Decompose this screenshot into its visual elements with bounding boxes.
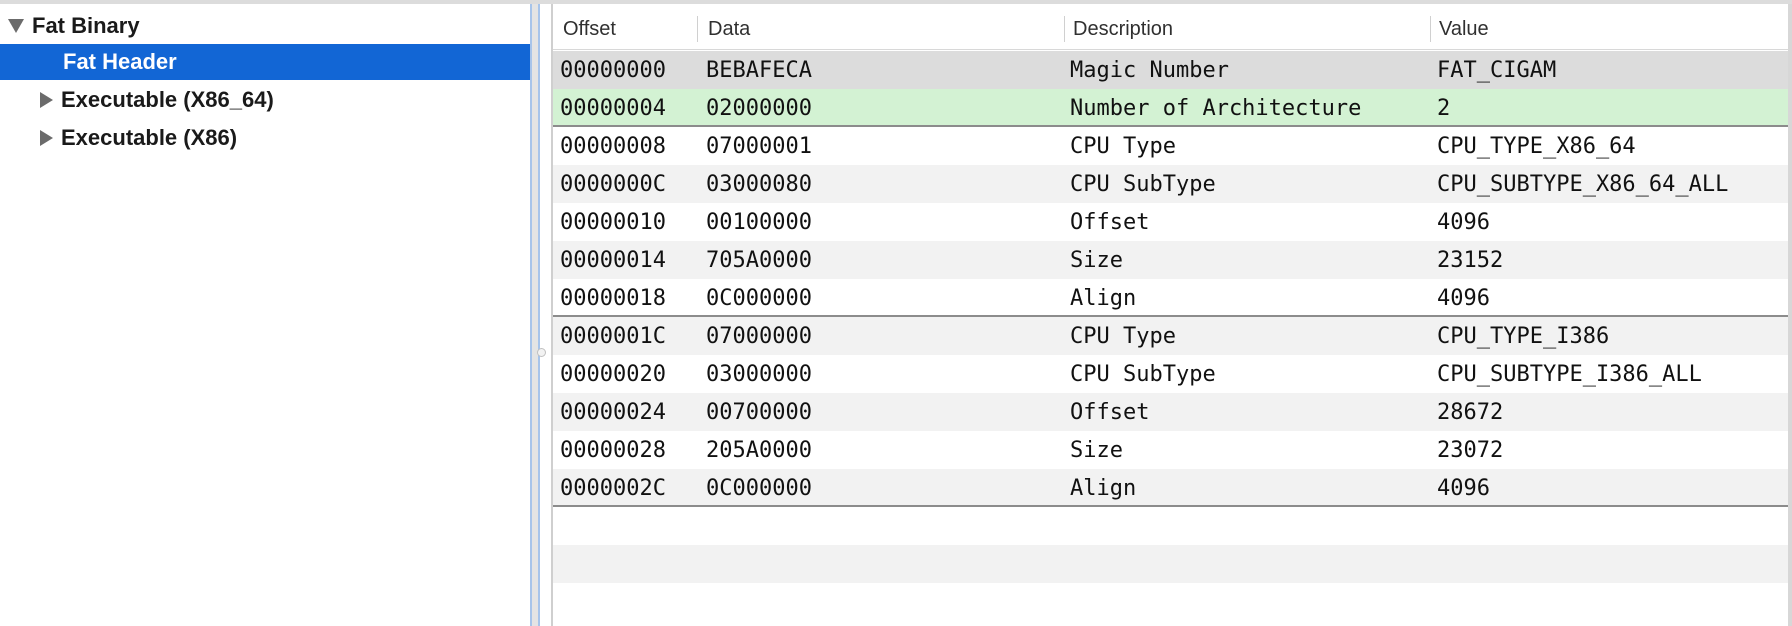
cell-description: Offset xyxy=(1070,400,1150,425)
window-right-edge xyxy=(1788,4,1792,626)
cell-data: 00100000 xyxy=(706,210,812,235)
cell-description: CPU SubType xyxy=(1070,362,1216,387)
column-separator[interactable] xyxy=(1430,16,1431,42)
cell-data: BEBAFECA xyxy=(706,58,812,83)
cell-offset: 0000001C xyxy=(560,324,666,349)
disclosure-triangle-open-icon[interactable] xyxy=(8,19,24,33)
cell-value: CPU_TYPE_I386 xyxy=(1437,324,1610,349)
table-row[interactable]: 00000000 BEBAFECA Magic Number FAT_CIGAM xyxy=(553,51,1788,89)
tree-item-label: Executable (X86_64) xyxy=(61,87,274,112)
cell-data: 0C000000 xyxy=(706,286,812,311)
cell-value: FAT_CIGAM xyxy=(1437,58,1557,83)
cell-offset: 00000014 xyxy=(560,248,666,273)
table-row[interactable]: 0000000C 03000080 CPU SubType CPU_SUBTYP… xyxy=(553,165,1788,203)
table-row[interactable]: 00000004 02000000 Number of Architecture… xyxy=(553,89,1788,127)
tree-item-executable-x86-64[interactable]: Executable (X86_64) xyxy=(0,82,530,118)
table-row[interactable]: 00000024 00700000 Offset 28672 xyxy=(553,393,1788,431)
cell-description: CPU SubType xyxy=(1070,172,1216,197)
table-row[interactable]: 00000014 705A0000 Size 23152 xyxy=(553,241,1788,279)
table-row[interactable]: 00000008 07000001 CPU Type CPU_TYPE_X86_… xyxy=(553,127,1788,165)
cell-value: 2 xyxy=(1437,96,1451,121)
cell-offset: 00000004 xyxy=(560,96,666,121)
cell-description: Align xyxy=(1070,476,1137,501)
cell-data: 03000080 xyxy=(706,172,812,197)
cell-data: 0C000000 xyxy=(706,476,812,501)
table-body: 00000000 BEBAFECA Magic Number FAT_CIGAM… xyxy=(553,51,1788,621)
cell-offset: 00000024 xyxy=(560,400,666,425)
data-table: Offset Data Description Value 00000000 B… xyxy=(553,8,1788,626)
cell-value: 23072 xyxy=(1437,438,1504,463)
cell-offset: 00000000 xyxy=(560,58,666,83)
table-row[interactable]: 00000028 205A0000 Size 23072 xyxy=(553,431,1788,469)
cell-offset: 00000028 xyxy=(560,438,666,463)
cell-value: CPU_SUBTYPE_X86_64_ALL xyxy=(1437,172,1729,197)
cell-value: 4096 xyxy=(1437,476,1490,501)
cell-data: 705A0000 xyxy=(706,248,812,273)
empty-row xyxy=(553,583,1788,621)
column-header-description[interactable]: Description xyxy=(1073,8,1173,50)
cell-data: 02000000 xyxy=(706,96,812,121)
cell-data: 07000000 xyxy=(706,324,812,349)
cell-value: 4096 xyxy=(1437,210,1490,235)
cell-description: Number of Architecture xyxy=(1070,96,1362,121)
cell-description: CPU Type xyxy=(1070,134,1176,159)
column-separator[interactable] xyxy=(697,16,698,42)
column-separator[interactable] xyxy=(1064,16,1065,42)
table-row[interactable]: 00000020 03000000 CPU SubType CPU_SUBTYP… xyxy=(553,355,1788,393)
table-row[interactable]: 00000010 00100000 Offset 4096 xyxy=(553,203,1788,241)
tree-item-label: Fat Binary xyxy=(32,13,140,38)
split-view-divider[interactable] xyxy=(530,4,540,626)
cell-value: 28672 xyxy=(1437,400,1504,425)
cell-offset: 0000002C xyxy=(560,476,666,501)
column-header-offset[interactable]: Offset xyxy=(563,8,616,50)
empty-row xyxy=(553,545,1788,583)
cell-data: 205A0000 xyxy=(706,438,812,463)
table-row[interactable]: 0000001C 07000000 CPU Type CPU_TYPE_I386 xyxy=(553,317,1788,355)
column-header-data[interactable]: Data xyxy=(708,8,750,50)
cell-offset: 00000008 xyxy=(560,134,666,159)
sidebar-outline[interactable]: Fat Binary Fat Header Executable (X86_64… xyxy=(0,8,532,626)
table-row[interactable]: 0000002C 0C000000 Align 4096 xyxy=(553,469,1788,507)
cell-description: Size xyxy=(1070,248,1123,273)
column-header-value[interactable]: Value xyxy=(1439,8,1489,50)
disclosure-triangle-closed-icon[interactable] xyxy=(40,130,53,146)
table-header: Offset Data Description Value xyxy=(553,8,1788,50)
cell-description: Align xyxy=(1070,286,1137,311)
split-handle-icon[interactable] xyxy=(537,348,546,357)
cell-value: 4096 xyxy=(1437,286,1490,311)
cell-offset: 00000010 xyxy=(560,210,666,235)
app-window: Fat Binary Fat Header Executable (X86_64… xyxy=(0,0,1792,626)
cell-offset: 00000020 xyxy=(560,362,666,387)
cell-data: 03000000 xyxy=(706,362,812,387)
cell-value: CPU_TYPE_X86_64 xyxy=(1437,134,1636,159)
cell-value: CPU_SUBTYPE_I386_ALL xyxy=(1437,362,1702,387)
tree-item-fat-header[interactable]: Fat Header xyxy=(0,44,530,80)
tree-item-fat-binary[interactable]: Fat Binary xyxy=(0,8,530,44)
cell-offset: 00000018 xyxy=(560,286,666,311)
cell-data: 07000001 xyxy=(706,134,812,159)
tree-item-label: Fat Header xyxy=(63,49,177,74)
empty-row xyxy=(553,507,1788,545)
cell-description: Size xyxy=(1070,438,1123,463)
tree-item-executable-x86[interactable]: Executable (X86) xyxy=(0,120,530,156)
cell-description: Offset xyxy=(1070,210,1150,235)
cell-data: 00700000 xyxy=(706,400,812,425)
tree-item-label: Executable (X86) xyxy=(61,125,238,150)
cell-description: CPU Type xyxy=(1070,324,1176,349)
cell-description: Magic Number xyxy=(1070,58,1229,83)
cell-value: 23152 xyxy=(1437,248,1504,273)
table-row[interactable]: 00000018 0C000000 Align 4096 xyxy=(553,279,1788,317)
cell-offset: 0000000C xyxy=(560,172,666,197)
disclosure-triangle-closed-icon[interactable] xyxy=(40,92,53,108)
